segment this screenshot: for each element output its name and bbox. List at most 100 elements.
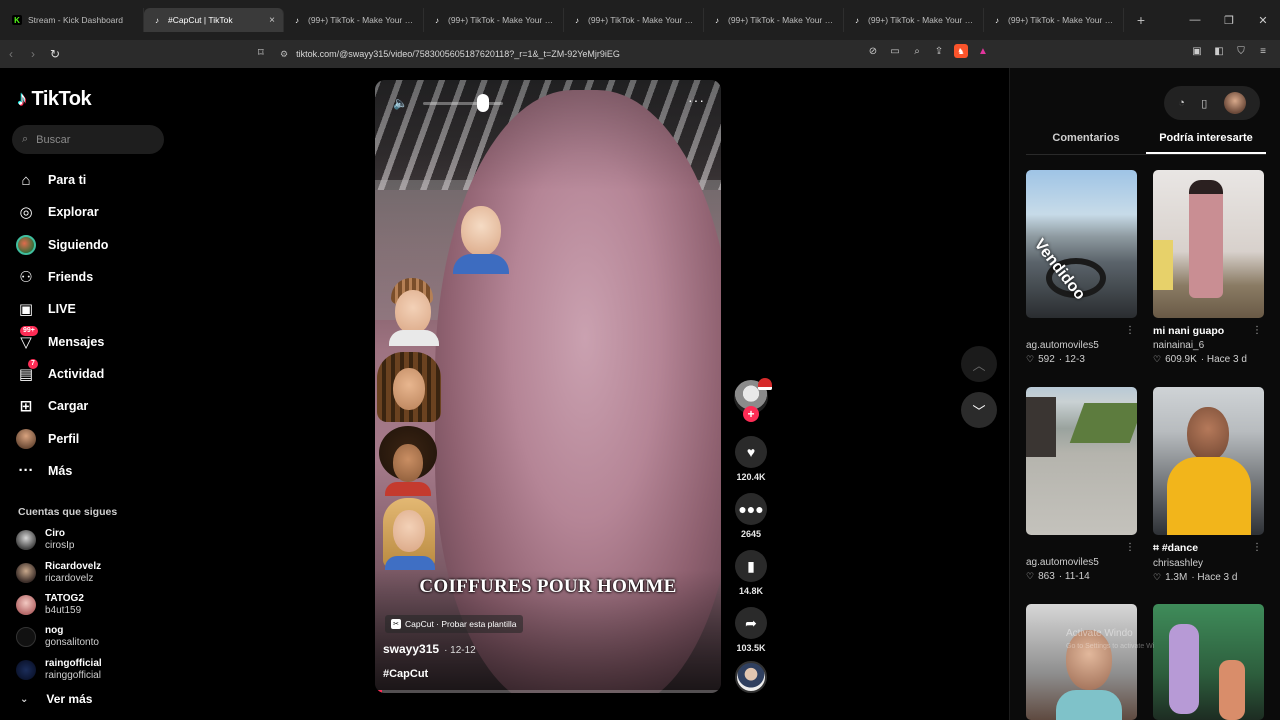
volume-icon[interactable]: 🔈 [393,96,408,110]
like-button[interactable]: ♥ 120.4K [734,436,768,482]
vpn-icon[interactable]: ⛉ [1234,44,1248,58]
device-icon[interactable]: ▯ [1201,97,1207,110]
minimize-icon[interactable]: — [1178,14,1212,26]
comment-icon: ●●● [735,493,767,525]
share-arrow-icon: ➦ [735,607,767,639]
user-avatar[interactable] [1223,92,1246,114]
capcut-template-link[interactable]: ✂ CapCut · Probar esta plantilla [385,615,523,633]
search-input[interactable] [36,133,147,146]
nav-item-actividad[interactable]: ▤ 7 Actividad [16,358,176,390]
tab-tiktok[interactable]: ♪ (99+) TikTok - Make Your Day [564,8,704,32]
following-account-nog[interactable]: nog gonsalitonto [16,621,176,653]
share-button[interactable]: ➦ 103.5K [734,607,768,653]
see-more-button[interactable]: ⌄ Ver más [20,692,92,706]
heart-outline-icon: ♡ [1153,354,1162,364]
menu-icon[interactable]: ≡ [1256,44,1270,58]
nav-item-perfil[interactable]: Perfil [16,422,176,454]
following-account-ciro[interactable]: Ciro cirosIp [16,524,176,556]
recommended-video-card[interactable]: mi nani guapo nainainai_6 ♡ 609.9K · Hace … [1153,170,1264,365]
recommended-video-card[interactable]: ag.automoviles5 ♡ 863 · 11-14 ⋮ [1026,387,1137,582]
brave-shields-icon[interactable]: ♞ [954,44,968,58]
tab-tiktok[interactable]: ♪ (99+) TikTok - Make Your Day [844,8,984,32]
reload-icon[interactable]: ↻ [44,47,66,61]
tab-tiktok[interactable]: ♪ (99+) TikTok - Make Your Day [284,8,424,32]
close-window-icon[interactable]: ✕ [1246,14,1280,27]
leo-icon[interactable]: ▣ [1190,44,1204,58]
volume-slider[interactable] [423,102,503,105]
tab-tiktok[interactable]: ♪ (99+) TikTok - Make Your Day [984,8,1124,32]
recommended-video-card[interactable] [1026,604,1137,720]
nav-item-explorar[interactable]: ◎ Explorar [16,196,176,228]
sidebar-icon[interactable]: ◧ [1212,44,1226,58]
next-video-button[interactable]: ﹀ [961,392,997,428]
recommended-video-card[interactable]: Vendidoo ag.automoviles5 ♡ 592 · 12-3 ⋮ [1026,170,1137,365]
main-nav: ⌂ Para ti ◎ Explorar Siguiendo ⚇ Friends… [16,164,176,487]
tab-tiktok[interactable]: ♪ (99+) TikTok - Make Your Day [704,8,844,32]
tab-tiktok[interactable]: ♪ (99+) TikTok - Make Your Day [424,8,564,32]
nav-item-friends[interactable]: ⚇ Friends [16,261,176,293]
bookmark-icon[interactable]: ⌑ [258,46,264,59]
comment-button[interactable]: ●●● 2645 [734,493,768,539]
brave-rewards-icon[interactable]: ▲ [976,44,990,58]
windows-activation-watermark: Activate Windo [1066,628,1133,639]
close-tab-icon[interactable]: × [269,15,275,26]
account-name: raingofficial [45,657,102,669]
more-options-icon[interactable]: ··· [688,92,705,108]
volume-slider-knob[interactable] [477,94,489,112]
nav-item-para-ti[interactable]: ⌂ Para ti [16,164,176,196]
back-icon[interactable]: ‹ [0,47,22,61]
avatar [16,659,36,680]
zoom-icon[interactable]: ⌕ [910,44,924,58]
restore-icon[interactable]: ❐ [1212,14,1246,27]
creator-avatar[interactable]: + [734,378,772,422]
video-player[interactable]: 🔈 ··· COIFFURES POUR HOMME ✂ CapCut · Pr… [375,80,721,693]
follow-button[interactable]: + [743,406,759,422]
tiktok-favicon-icon: ♪ [855,15,859,25]
card-views: 863 [1038,571,1055,582]
more-icon: ··· [18,462,34,480]
video-hashtag[interactable]: #CapCut [383,668,428,680]
card-author: chrisashley [1153,558,1204,569]
save-button[interactable]: ▮ 14.8K [734,550,768,596]
video-author[interactable]: swayy315 · 12-12 [383,642,476,656]
no-tracking-icon[interactable]: ⊘ [866,44,880,58]
card-more-icon[interactable]: ⋮ [1125,542,1135,553]
share-icon[interactable]: ⇪ [932,44,946,58]
following-account-tatog2[interactable]: TATOG2 b4ut159 [16,589,176,621]
search-box[interactable]: ⌕ [12,125,164,154]
nav-item-siguiendo[interactable]: Siguiendo [16,229,176,261]
card-more-icon[interactable]: ⋮ [1125,325,1135,336]
recommended-video-card[interactable] [1153,604,1264,720]
previous-video-button[interactable]: ︿ [961,346,997,382]
card-date: · 11-14 [1058,571,1090,582]
tab-capcut-tiktok[interactable]: ♪ #CapCut | TikTok × [144,8,284,32]
following-account-ricardovelz[interactable]: Ricardovelz ricardovelz [16,556,176,588]
card-views: 1.3M [1165,572,1188,583]
site-settings-icon[interactable]: ⚙ [280,49,288,60]
bookmark-icon: ▮ [735,550,767,582]
new-tab-button[interactable]: + [1132,12,1150,28]
tab-comentarios[interactable]: Comentarios [1026,128,1146,154]
nav-item-cargar[interactable]: ⊞ Cargar [16,390,176,422]
nav-item-mensajes[interactable]: ▽ 99+ Mensajes [16,325,176,357]
nav-label: LIVE [48,302,76,317]
nav-item-live[interactable]: ▣ LIVE [16,293,176,325]
compass-icon: ◎ [19,204,33,222]
video-thumbnail [1153,604,1264,720]
card-meta: ♡ 863 · 11-14 [1026,571,1137,582]
tiktok-logo[interactable]: ♪ TikTok [17,88,92,111]
video-progress-bar[interactable] [375,690,721,693]
card-more-icon[interactable]: ⋮ [1252,325,1262,336]
forward-icon[interactable]: › [22,47,44,61]
coins-icon[interactable]: ◔ [1178,97,1185,109]
tab-kick-dashboard[interactable]: K Stream - Kick Dashboard [4,8,144,32]
recommended-video-card[interactable]: ⌗ #dance chrisashley ♡ 1.3M · Hace 3 d ⋮ [1153,387,1264,583]
music-disc[interactable] [735,661,767,693]
card-more-icon[interactable]: ⋮ [1252,542,1262,553]
tab-title: Stream - Kick Dashboard [28,15,123,25]
nav-label: Mensajes [48,334,105,349]
nav-item-mas[interactable]: ··· Más [16,455,176,487]
following-account-raingofficial[interactable]: raingofficial rainggofficial [16,654,176,686]
tab-podria-interesarte[interactable]: Podría interesarte [1146,128,1266,154]
reader-icon[interactable]: ▭ [888,44,902,58]
